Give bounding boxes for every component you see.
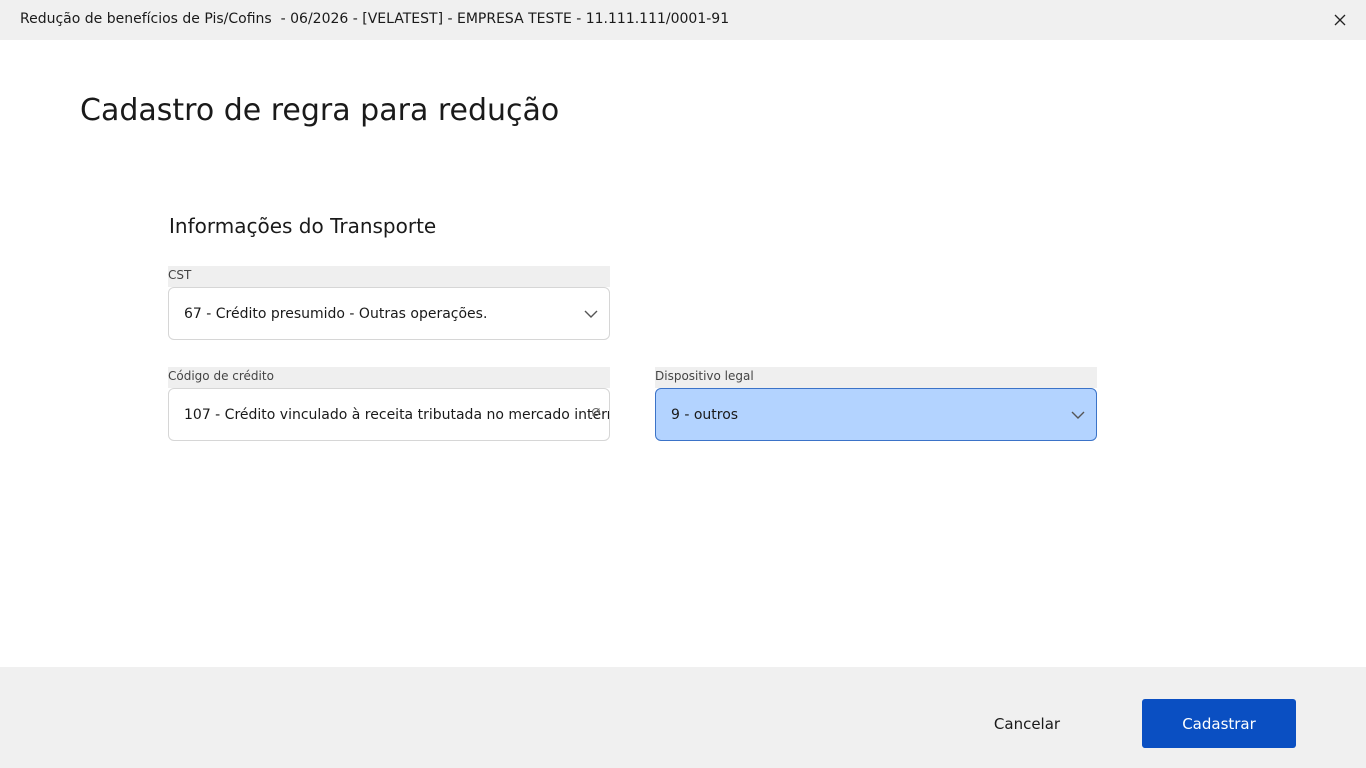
cst-select[interactable]: 67 - Crédito presumido - Outras operaçõe… [168,287,610,340]
dispositivo-legal-field: Dispositivo legal 9 - outros [655,367,1097,441]
clear-icon[interactable] [591,406,601,421]
close-icon[interactable] [1330,10,1350,30]
codigo-credito-field: Código de crédito 107 - Crédito vinculad… [168,367,610,441]
cst-label: CST [168,266,610,287]
dialog-window: Redução de benefícios de Pis/Cofins - 06… [0,0,1366,768]
dispositivo-legal-value: 9 - outros [671,406,739,423]
cancel-button[interactable]: Cancelar [969,700,1085,748]
cst-field: CST 67 - Crédito presumido - Outras oper… [168,266,610,340]
cst-value: 67 - Crédito presumido - Outras operaçõe… [184,305,488,322]
window-title: Redução de benefícios de Pis/Cofins - 06… [20,11,730,27]
title-bar: Redução de benefícios de Pis/Cofins - 06… [0,0,1366,40]
chevron-down-icon [583,306,599,322]
codigo-credito-value: 107 - Crédito vinculado à receita tribut… [184,406,609,423]
page-title: Cadastro de regra para redução [80,93,560,128]
codigo-credito-label: Código de crédito [168,367,610,388]
dispositivo-legal-label: Dispositivo legal [655,367,1097,388]
codigo-credito-select[interactable]: 107 - Crédito vinculado à receita tribut… [168,388,610,441]
section-title: Informações do Transporte [169,214,437,238]
submit-button[interactable]: Cadastrar [1142,699,1296,748]
chevron-down-icon [1070,407,1086,423]
dispositivo-legal-select[interactable]: 9 - outros [655,388,1097,441]
